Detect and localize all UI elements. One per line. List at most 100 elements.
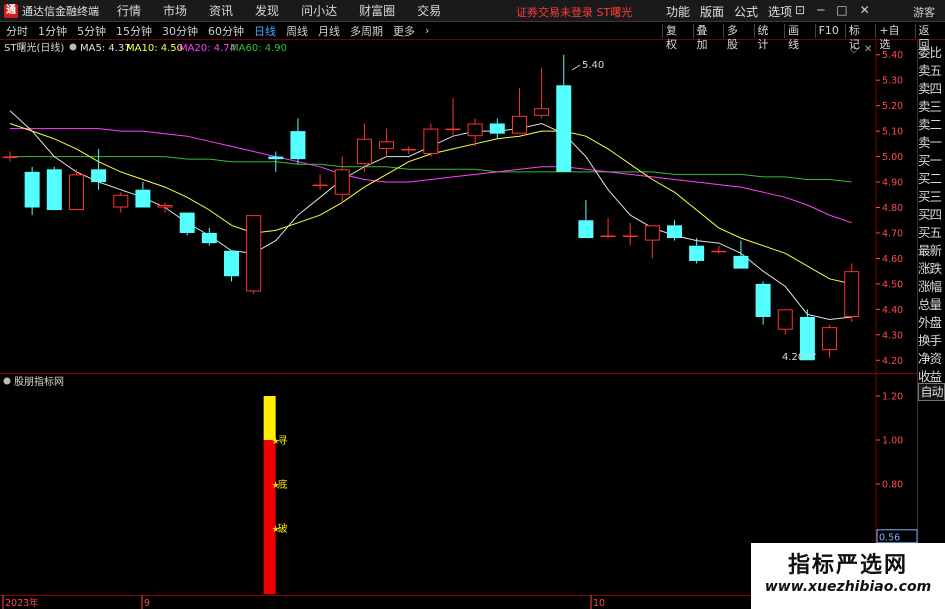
period-15min[interactable]: 15分钟 xyxy=(116,23,152,39)
close-panel-icon[interactable]: ✕ xyxy=(864,44,872,55)
settings-dot-icon[interactable] xyxy=(69,43,77,51)
candle-body-up xyxy=(467,123,483,137)
indicator-yellow-bar xyxy=(263,396,276,440)
candle xyxy=(179,212,195,236)
period-fenshi[interactable]: 分时 xyxy=(6,23,28,39)
period-weekly[interactable]: 周线 xyxy=(286,23,308,39)
menu-item-jiaoyi[interactable]: 交易 xyxy=(417,2,441,19)
quote-label: 委比 xyxy=(918,45,942,60)
menu-gongshi[interactable]: 公式 xyxy=(734,3,758,20)
price-tick-label: 4.80 xyxy=(882,203,903,214)
price-axis: 5.40 5.30 5.20 5.10 5.00 4.90 4.80 4.70 4.60 4.50… xyxy=(876,50,903,367)
tool-add-watchlist[interactable]: +自选 xyxy=(875,24,911,51)
price-tick-label: 4.20 xyxy=(882,356,903,367)
guest-button[interactable]: 游客 xyxy=(913,4,935,20)
period-multi[interactable]: 多周期 xyxy=(350,23,383,39)
chevron-right-icon[interactable]: › xyxy=(425,24,429,37)
menu-xuanxiang[interactable]: 选项 xyxy=(768,3,792,20)
candle-body-up xyxy=(711,250,727,253)
candle-body-down xyxy=(755,283,771,317)
candle-body-up xyxy=(379,141,395,149)
candle-body-up xyxy=(822,327,838,351)
period-daily[interactable]: 日线 xyxy=(254,23,276,39)
indicator-tick-label: 1.20 xyxy=(882,392,903,403)
period-toolbar: 分时 1分钟 5分钟 15分钟 30分钟 60分钟 日线 周线 月线 多周期 更… xyxy=(0,22,945,51)
close-icon[interactable]: ✕ xyxy=(860,3,870,17)
menu-item-wenxiaoda[interactable]: 问小达 xyxy=(301,2,337,19)
candle xyxy=(489,118,505,139)
tool-tongji[interactable]: 统计 xyxy=(753,24,782,51)
candle-body-down xyxy=(201,232,217,244)
app-logo-icon: 通 xyxy=(4,3,18,18)
quote-label: 买五 xyxy=(918,225,942,240)
menu-bar: 通 通达信金融终端 行情 市场 资讯 发现 问小达 财富圈 交易 证券交易未登录… xyxy=(0,0,945,22)
indicator-tick-label: 0.80 xyxy=(882,480,903,491)
candle-body-up xyxy=(644,225,660,241)
quote-label: 买四 xyxy=(918,207,942,222)
candle xyxy=(622,222,638,246)
kline-chart[interactable]: 5.40 5.30 5.20 5.10 5.00 4.90 4.80 4.70 4.60 4.50… xyxy=(0,40,945,609)
tool-f10[interactable]: F10 xyxy=(814,24,842,38)
high-price-label: 5.40 xyxy=(582,60,604,71)
tool-back[interactable]: 返回 xyxy=(914,24,943,51)
candle-body-up xyxy=(423,128,439,155)
candle xyxy=(822,324,838,358)
price-tick-label: 4.50 xyxy=(882,279,903,290)
login-status-text: 证券交易未登录 ST曙光 xyxy=(516,6,633,19)
quote-label: 卖三 xyxy=(918,99,942,114)
candle-body-up xyxy=(534,108,550,116)
candle xyxy=(733,240,749,269)
candle xyxy=(224,250,239,282)
menu-item-shichang[interactable]: 市场 xyxy=(163,2,187,19)
price-tick-label: 5.40 xyxy=(882,50,903,61)
tool-huaxian[interactable]: 画线 xyxy=(784,24,812,51)
tool-biaoji[interactable]: 标记 xyxy=(844,24,873,51)
candle xyxy=(401,146,417,155)
autoscale-button[interactable]: 自动 xyxy=(918,383,945,401)
candle-body-down xyxy=(667,225,682,239)
signal-label: 底 xyxy=(278,478,288,491)
watermark-url: www.xuezhibiao.com xyxy=(764,579,932,595)
period-1min[interactable]: 1分钟 xyxy=(38,23,67,39)
period-30min[interactable]: 30分钟 xyxy=(162,23,198,39)
menu-item-hangqing[interactable]: 行情 xyxy=(117,2,141,19)
menu-banmian[interactable]: 版面 xyxy=(700,3,724,20)
candle-body-up xyxy=(312,184,328,187)
period-5min[interactable]: 5分钟 xyxy=(77,23,106,39)
candle xyxy=(135,182,151,208)
price-tick-label: 5.00 xyxy=(882,152,903,163)
quote-label: 最新 xyxy=(918,243,942,258)
quote-label: 总量 xyxy=(918,297,942,312)
candle xyxy=(534,67,550,119)
candle-body-up xyxy=(600,235,616,238)
menu-item-zixun[interactable]: 资讯 xyxy=(209,2,233,19)
period-more[interactable]: 更多 xyxy=(393,23,415,39)
indicator-settings-icon[interactable] xyxy=(3,377,11,385)
stock-title: ST曙光(日线) xyxy=(4,41,64,54)
tool-diejia[interactable]: 叠加 xyxy=(692,24,721,51)
app-title: 通达信金融终端 xyxy=(22,4,99,18)
diamond-icon[interactable]: ◇ xyxy=(850,44,858,55)
candle xyxy=(711,245,727,254)
candle-body-down xyxy=(733,255,749,269)
maximize-icon[interactable]: □ xyxy=(836,3,847,17)
restore-icon[interactable]: ⊡ xyxy=(795,3,805,17)
menu-item-caifuquan[interactable]: 财富圈 xyxy=(359,2,395,19)
indicator-red-bar xyxy=(263,440,276,594)
candle xyxy=(777,309,793,335)
price-tick-label: 4.60 xyxy=(882,254,903,265)
watermark-title: 指标严选网 xyxy=(787,553,908,578)
price-tick-label: 5.30 xyxy=(882,76,903,87)
candle-body-up xyxy=(511,115,527,134)
period-60min[interactable]: 60分钟 xyxy=(208,23,244,39)
date-label-oct: 10 xyxy=(593,598,605,609)
candle xyxy=(644,225,660,259)
tool-duogu[interactable]: 多股 xyxy=(723,24,751,51)
candle xyxy=(334,156,350,203)
minimize-icon[interactable]: ─ xyxy=(817,3,824,17)
menu-gongneng[interactable]: 功能 xyxy=(666,3,690,20)
chart-tools: 复权 叠加 多股 统计 画线 F10 标记 +自选 返回 xyxy=(662,22,945,51)
period-monthly[interactable]: 月线 xyxy=(318,23,340,39)
tool-fuquan[interactable]: 复权 xyxy=(662,24,690,51)
menu-item-faxian[interactable]: 发现 xyxy=(255,2,279,19)
